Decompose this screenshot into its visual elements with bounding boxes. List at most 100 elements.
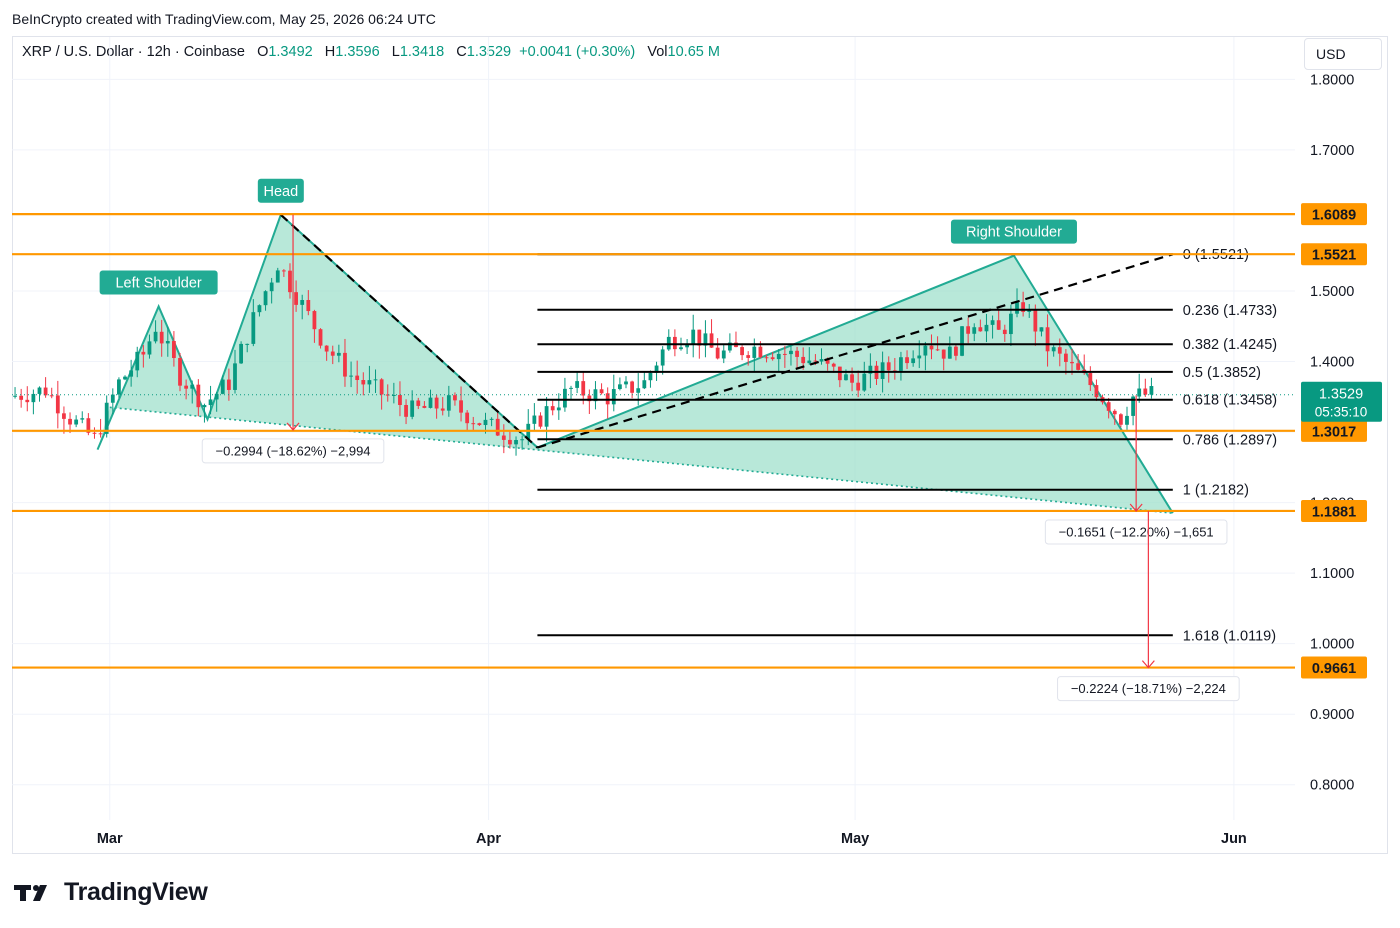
candle-body-up: [110, 394, 115, 403]
candle-body-up: [165, 340, 170, 344]
candle-body-down: [850, 374, 854, 383]
candle-body-up: [367, 380, 372, 385]
candle-body-down: [343, 352, 347, 377]
candle-body-down: [98, 433, 103, 435]
candle-body-up: [679, 347, 683, 350]
candle-body-down: [1033, 309, 1038, 332]
candle-body-down: [764, 357, 769, 359]
candle-body-down: [941, 349, 946, 359]
y-axis-tick-label: 1.5000: [1310, 284, 1354, 300]
candle-body-down: [770, 357, 775, 360]
candle-body-up: [569, 387, 573, 389]
candle-body-down: [477, 423, 482, 426]
candle-body-down: [62, 413, 66, 419]
candle-body-up: [483, 419, 488, 426]
candle-body-up: [1137, 388, 1142, 397]
head-shoulders-area: [97, 214, 1173, 514]
candle-body-up: [947, 346, 952, 359]
fib-level-label: 1 (1.2182): [1183, 483, 1249, 499]
candle-body-down: [508, 439, 512, 445]
y-axis-tick-label: 0.9000: [1310, 707, 1354, 723]
y-axis-tick-label: 1.4000: [1310, 354, 1354, 370]
candle-body-up: [208, 399, 213, 406]
candle-body-down: [25, 399, 30, 403]
candle-body-up: [446, 395, 451, 411]
candle-body-up: [514, 440, 518, 445]
candle-body-down: [184, 385, 189, 389]
candle-body-down: [782, 353, 787, 355]
candle-body-up: [563, 388, 567, 408]
price-chart[interactable]: 0 (1.5521)0.236 (1.4733)0.382 (1.4245)0.…: [0, 0, 1400, 928]
candle-body-down: [178, 358, 182, 386]
candle-body-up: [239, 343, 244, 364]
level-price-tag-text: 1.6089: [1312, 208, 1356, 224]
candle-body-down: [312, 311, 317, 330]
candle-body-up: [147, 341, 152, 355]
candle-body-up: [336, 352, 341, 356]
candle-body-down: [831, 363, 836, 367]
candle-body-down: [416, 400, 421, 406]
candle-body-up: [190, 384, 195, 389]
candle-body-down: [581, 381, 586, 396]
measure-label: −0.2994 (−18.62%) −2,994: [216, 443, 371, 458]
candle-body-down: [905, 357, 909, 364]
candle-body-down: [1070, 361, 1074, 364]
candle-body-up: [636, 388, 641, 393]
candle-body-down: [318, 329, 323, 346]
candle-body-up: [37, 387, 42, 394]
candle-body-up: [104, 402, 109, 434]
candle-body-up: [923, 345, 928, 356]
candle-body-down: [495, 418, 500, 436]
candle-body-up: [660, 349, 665, 366]
x-axis-tick-label: Mar: [97, 831, 123, 847]
fib-level-label: 0.786 (1.2897): [1183, 432, 1277, 448]
candle-body-up: [532, 415, 537, 424]
candle-body-down: [434, 397, 439, 409]
candle-body-up: [13, 395, 17, 397]
candle-body-down: [630, 381, 635, 393]
candle-body-up: [135, 351, 140, 371]
candle-body-down: [1143, 388, 1148, 395]
candle-body-down: [19, 395, 24, 400]
candle-body-up: [1039, 327, 1044, 332]
currency-selector[interactable]: USD: [1304, 38, 1382, 70]
candle-body-up: [489, 418, 494, 420]
pattern-label: Left Shoulder: [115, 275, 201, 291]
candle-body-down: [385, 394, 390, 396]
candle-body-down: [43, 387, 48, 396]
candle-body-down: [281, 270, 286, 272]
candle-body-up: [911, 358, 916, 364]
candle-body-down: [1106, 402, 1111, 411]
candle-body-down: [1112, 410, 1117, 415]
candle-body-up: [819, 359, 824, 362]
candle-body-up: [220, 379, 225, 394]
x-axis-tick-label: Jun: [1221, 831, 1247, 847]
pattern-label: Right Shoulder: [966, 225, 1062, 241]
candle-body-down: [361, 380, 366, 385]
candle-body-up: [844, 374, 848, 381]
candle-body-down: [740, 347, 744, 356]
candle-body-up: [1125, 415, 1129, 425]
y-axis-tick-label: 1.1000: [1310, 566, 1354, 582]
candle-body-up: [807, 360, 812, 364]
candle-body-down: [856, 382, 861, 391]
candle-body-down: [954, 346, 958, 356]
candle-body-down: [1045, 327, 1050, 352]
candle-body-up: [428, 397, 433, 408]
candle-body-up: [752, 346, 757, 358]
candle-body-up: [202, 405, 207, 408]
candle-body-down: [801, 356, 806, 364]
candle-body-up: [917, 355, 922, 359]
y-axis-tick-label: 1.0000: [1310, 637, 1354, 653]
candle-body-down: [1118, 414, 1123, 425]
candle-body-down: [1063, 353, 1068, 362]
candle-body-up: [618, 384, 622, 390]
candle-body-up: [123, 376, 127, 380]
candle-body-up: [275, 270, 280, 283]
candle-body-down: [746, 355, 751, 358]
candle-body-down: [226, 379, 231, 390]
candle-body-down: [453, 395, 457, 401]
candle-body-up: [245, 343, 250, 345]
candle-body-down: [379, 379, 384, 395]
measure-label: −0.2224 (−18.71%) −2,224: [1071, 681, 1226, 696]
